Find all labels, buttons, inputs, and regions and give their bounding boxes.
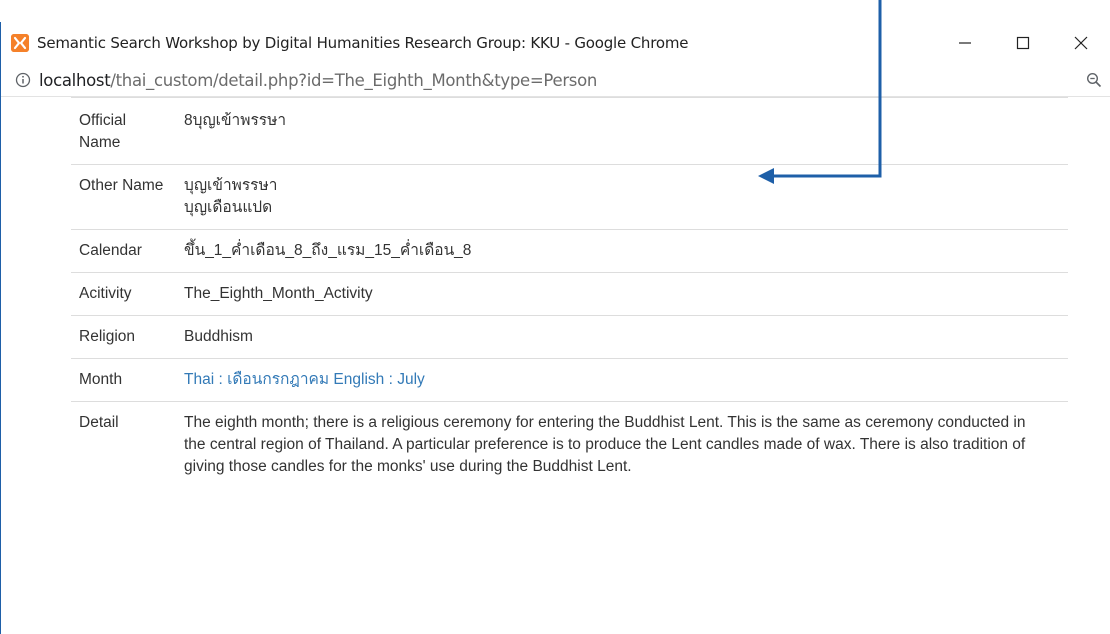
window-title: Semantic Search Workshop by Digital Huma… bbox=[37, 34, 689, 52]
page-content: Official Name 8บุญเข้าพรรษา Other Name บ… bbox=[1, 97, 1110, 633]
xampp-icon bbox=[11, 34, 29, 52]
row-value: บุญเข้าพรรษา บุญเดือนแปด bbox=[176, 164, 1068, 230]
close-button[interactable] bbox=[1052, 22, 1110, 64]
row-value: The_Eighth_Month_Activity bbox=[176, 272, 1068, 316]
table-row-month: Month Thai : เดือนกรกฎาคม English : July bbox=[71, 358, 1068, 402]
url-text[interactable]: localhost/thai_custom/detail.php?id=The_… bbox=[39, 71, 597, 90]
table-row-other-name: Other Name บุญเข้าพรรษา บุญเดือนแปด bbox=[71, 164, 1068, 230]
row-label: Other Name bbox=[71, 164, 176, 230]
maximize-icon bbox=[1016, 36, 1030, 50]
row-label: Calendar bbox=[71, 229, 176, 273]
minimize-icon bbox=[959, 42, 971, 44]
window-controls bbox=[936, 22, 1110, 64]
table-row-religion: Religion Buddhism bbox=[71, 315, 1068, 359]
other-name-value-2: บุญเดือนแปด bbox=[184, 199, 273, 216]
title-bar[interactable]: Semantic Search Workshop by Digital Huma… bbox=[1, 22, 1110, 64]
row-label: Acitivity bbox=[71, 272, 176, 316]
other-name-value-1: บุญเข้าพรรษา bbox=[184, 177, 278, 194]
maximize-button[interactable] bbox=[994, 22, 1052, 64]
browser-window: Semantic Search Workshop by Digital Huma… bbox=[0, 22, 1110, 634]
detail-table: Official Name 8บุญเข้าพรรษา Other Name บ… bbox=[71, 97, 1068, 488]
row-value: ขึ้น_1_ค่ำเดือน_8_ถึง_แรม_15_ค่ำเดือน_8 bbox=[176, 229, 1068, 273]
minimize-button[interactable] bbox=[936, 22, 994, 64]
address-bar[interactable]: localhost/thai_custom/detail.php?id=The_… bbox=[1, 64, 1110, 97]
table-row-detail: Detail The eighth month; there is a reli… bbox=[71, 401, 1068, 488]
row-value: Thai : เดือนกรกฎาคม English : July bbox=[176, 358, 1068, 402]
row-value: Buddhism bbox=[176, 315, 1068, 359]
table-row-calendar: Calendar ขึ้น_1_ค่ำเดือน_8_ถึง_แรม_15_ค่… bbox=[71, 229, 1068, 273]
info-icon[interactable] bbox=[15, 72, 31, 88]
row-label: Official Name bbox=[71, 97, 176, 165]
row-value: The eighth month; there is a religious c… bbox=[176, 401, 1068, 488]
zoom-icon[interactable] bbox=[1086, 72, 1102, 88]
row-label: Religion bbox=[71, 315, 176, 359]
table-row-official-name: Official Name 8บุญเข้าพรรษา bbox=[71, 97, 1068, 165]
row-value: 8บุญเข้าพรรษา bbox=[176, 97, 1068, 165]
table-row-activity: Acitivity The_Eighth_Month_Activity bbox=[71, 272, 1068, 316]
month-link[interactable]: Thai : เดือนกรกฎาคม English : July bbox=[184, 371, 425, 388]
row-label: Month bbox=[71, 358, 176, 402]
url-path: /thai_custom/detail.php?id=The_Eighth_Mo… bbox=[110, 70, 598, 90]
close-icon bbox=[1074, 36, 1088, 50]
url-host: localhost bbox=[39, 70, 111, 90]
row-label: Detail bbox=[71, 401, 176, 488]
